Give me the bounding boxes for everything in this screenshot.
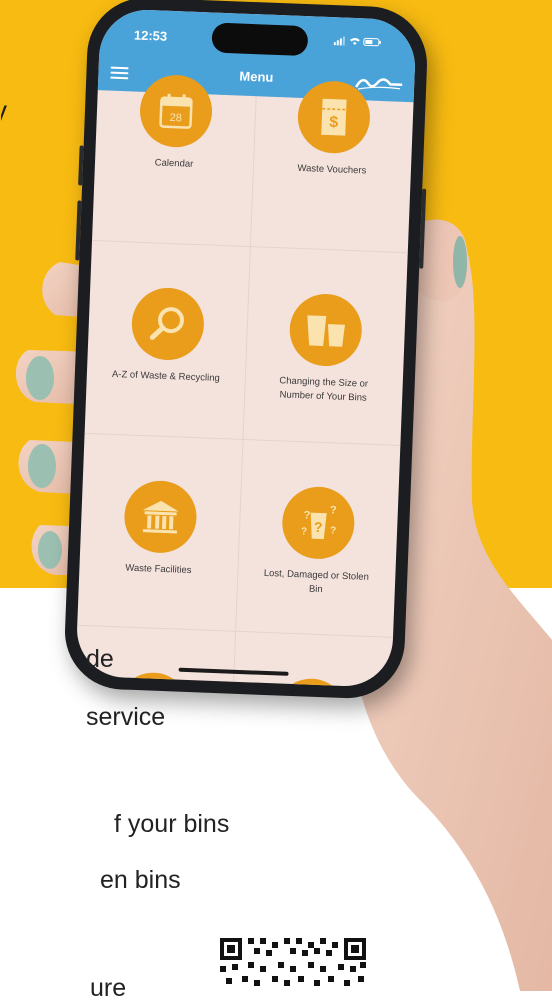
tile-label: Changing the Size or Number of Your Bins	[279, 375, 369, 404]
question-bin-icon: ? ? ? ? ?	[280, 485, 356, 561]
text-fragment: f your bins	[114, 810, 230, 838]
menu-grid: 28 Calendar $ Waste Vouchers A-Z of Wast…	[75, 73, 413, 688]
menu-tile-waste-vouchers[interactable]: $ Waste Vouchers	[253, 78, 415, 180]
svg-text:?: ?	[303, 509, 310, 521]
menu-tile-change-bins[interactable]: Changing the Size or Number of Your Bins	[244, 291, 406, 407]
menu-tile-partial[interactable]	[231, 676, 392, 688]
magnifier-icon	[130, 286, 206, 362]
svg-text:$: $	[329, 114, 339, 131]
tile-label: Calendar	[154, 157, 194, 170]
text-fragment: service	[86, 703, 166, 731]
calendar-icon: 28	[138, 73, 214, 149]
phone-screen: 12:53 Menu 28 Calendar $ Waste Vouchers …	[75, 8, 417, 688]
svg-text:?: ?	[301, 526, 308, 537]
bins-icon	[288, 292, 364, 368]
tile-label: Lost, Damaged or Stolen Bin	[263, 567, 370, 596]
tile-label: A-Z of Waste & Recycling	[111, 368, 220, 385]
partial-icon	[273, 677, 349, 688]
voucher-icon: $	[296, 79, 372, 155]
svg-text:?: ?	[330, 504, 337, 516]
menu-tile-lost-bin[interactable]: ? ? ? ? ? Lost, Damaged or Stolen Bin	[237, 484, 399, 600]
text-fragment: de	[86, 645, 114, 673]
svg-text:?: ?	[314, 519, 323, 535]
svg-text:?: ?	[330, 525, 337, 536]
tile-label: Waste Vouchers	[297, 162, 367, 177]
dynamic-island	[211, 22, 309, 57]
menu-tile-a-z-waste[interactable]: A-Z of Waste & Recycling	[87, 285, 249, 387]
tile-label: Waste Facilities	[125, 562, 192, 577]
menu-tile-waste-facilities[interactable]: Waste Facilities	[79, 478, 241, 580]
qr-code[interactable]	[218, 936, 368, 991]
svg-text:28: 28	[169, 112, 182, 124]
partial-icon	[115, 671, 191, 688]
menu-tile-calendar[interactable]: 28 Calendar	[95, 72, 257, 174]
phone-device: 12:53 Menu 28 Calendar $ Waste Vouchers …	[62, 0, 430, 701]
building-icon	[123, 479, 198, 555]
text-fragment: en bins	[100, 866, 181, 894]
status-icons	[333, 35, 383, 51]
text-fragment: ure	[90, 974, 127, 1002]
status-time: 12:53	[133, 27, 168, 44]
